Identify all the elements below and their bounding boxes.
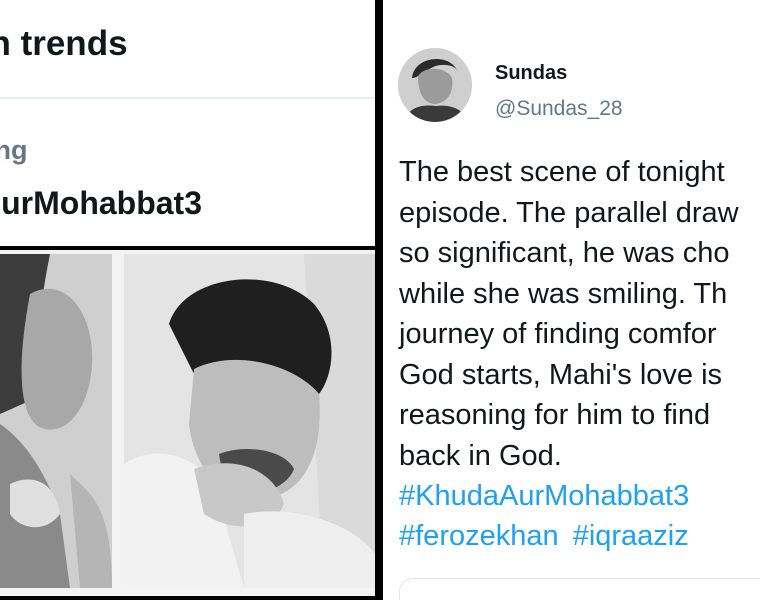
trend-hashtag[interactable]: AurMohabbat3 — [0, 185, 202, 222]
embedded-card[interactable] — [399, 578, 760, 600]
hashtag-link[interactable]: #iqraaziz — [573, 520, 689, 552]
profile-photo-icon — [398, 48, 472, 122]
photo-collage — [0, 250, 375, 596]
avatar[interactable] — [398, 48, 472, 122]
tweet-text: The best scene of tonight episode. The p… — [399, 156, 739, 472]
trends-title: an trends — [0, 24, 128, 63]
trend-context: ing — [0, 135, 28, 165]
hashtag-link[interactable]: #ferozekhan — [399, 520, 559, 552]
photo-woman — [0, 254, 112, 588]
user-handle[interactable]: @Sundas_28 — [495, 97, 623, 121]
hashtag-line: #KhudaAurMohabbat3 — [399, 476, 695, 517]
display-name[interactable]: Sundas — [495, 62, 567, 85]
hashtag-line: #ferozekhan #iqraaziz — [399, 516, 695, 557]
divider — [0, 97, 375, 99]
photo-man — [124, 254, 375, 588]
hashtag-link[interactable]: #KhudaAurMohabbat3 — [399, 480, 689, 512]
trends-panel: an trends ing AurMohabbat3 — [0, 0, 375, 246]
tweet-card[interactable]: Sundas @Sundas_28 The best scene of toni… — [383, 0, 760, 600]
